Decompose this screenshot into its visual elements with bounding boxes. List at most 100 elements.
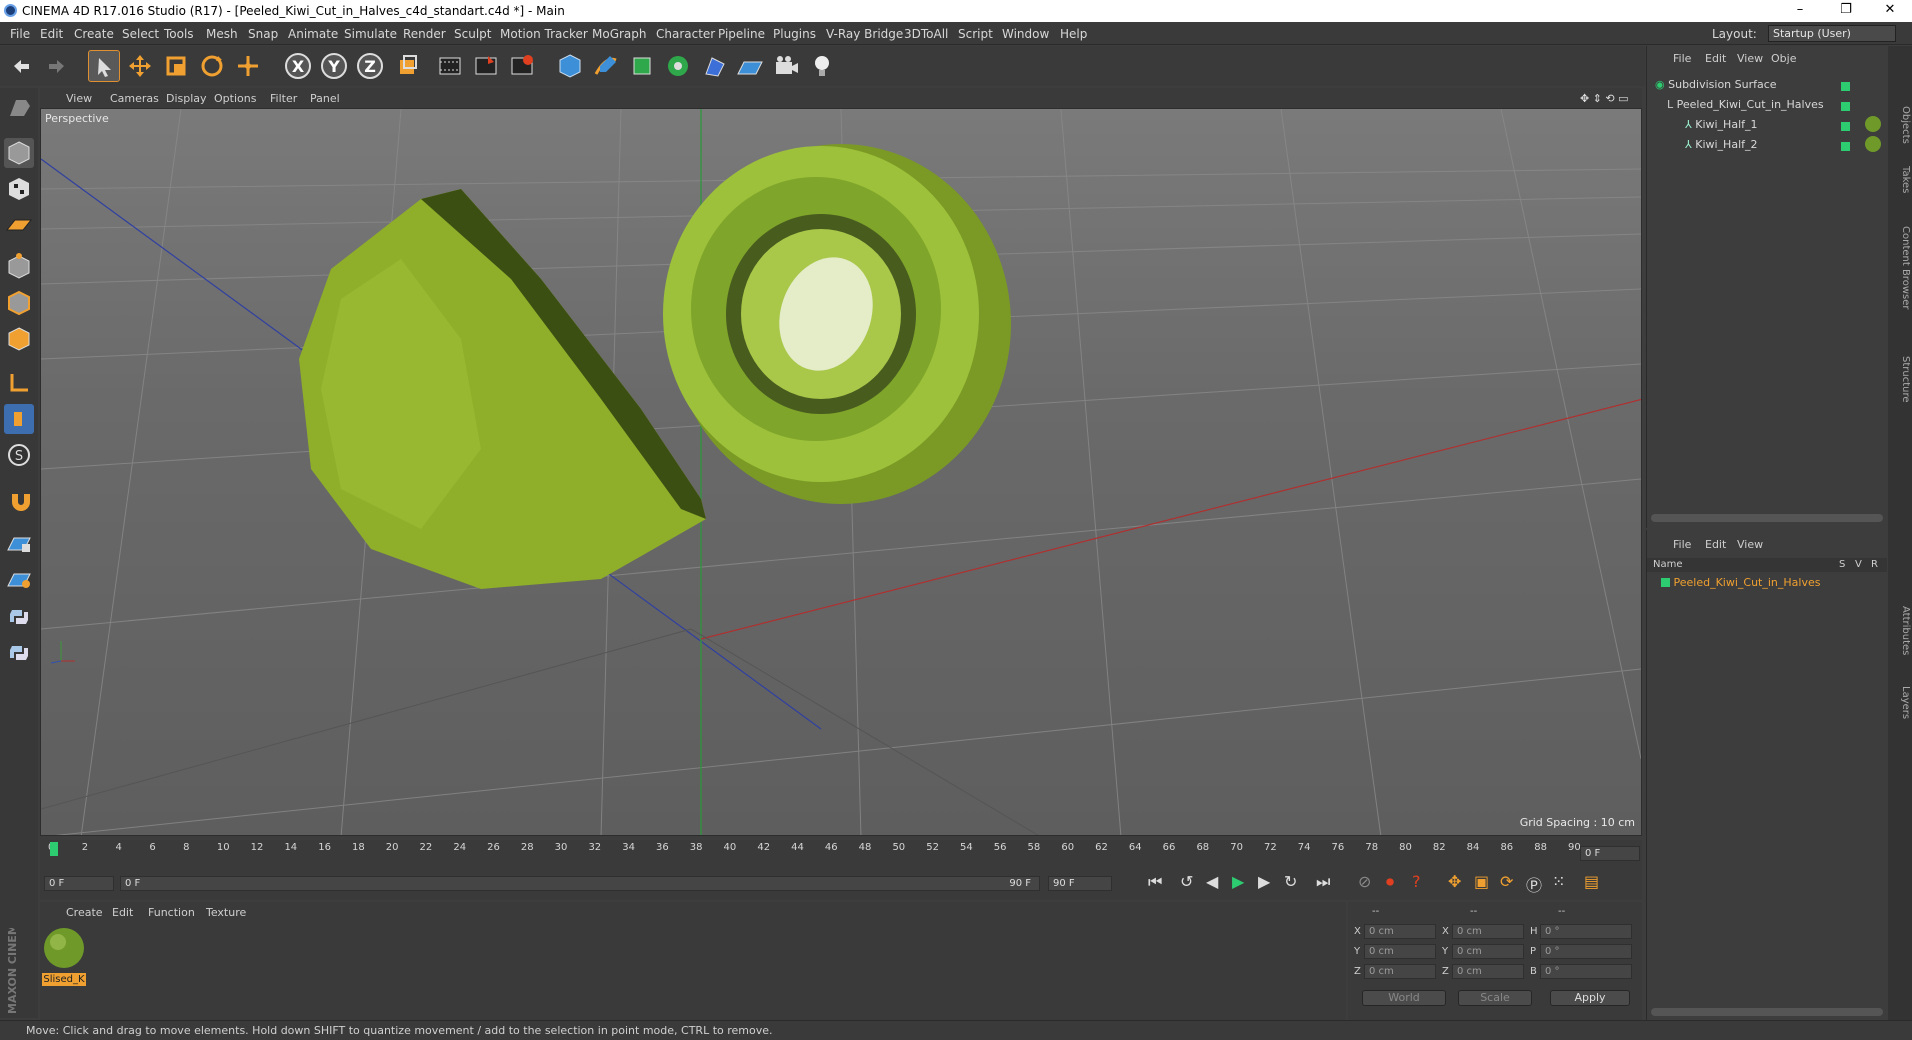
texture-mode-icon[interactable] (4, 174, 34, 204)
material-swatch[interactable]: Slised_K (42, 926, 86, 986)
grid-snap-icon[interactable] (4, 564, 34, 594)
objects-scrollbar[interactable] (1651, 514, 1883, 522)
objects-menu-file[interactable]: File (1673, 52, 1691, 65)
points-mode-icon[interactable] (4, 252, 34, 282)
render-view-icon[interactable] (434, 50, 466, 82)
play-icon[interactable]: ▶ (1232, 872, 1244, 891)
axis-mode-icon[interactable] (4, 368, 34, 398)
coord-pos-x-field[interactable]: 0 cm (1364, 924, 1436, 939)
coord-size-x-field[interactable]: 0 cm (1452, 924, 1524, 939)
python-script-icon[interactable] (4, 638, 34, 668)
coord-pos-y-field[interactable]: 0 cm (1364, 944, 1436, 959)
visibility-dot[interactable] (1841, 122, 1850, 131)
end-frame-field[interactable]: 90 F (1048, 876, 1112, 891)
polygons-mode-icon[interactable] (4, 324, 34, 354)
render-picture-viewer-icon[interactable] (470, 50, 502, 82)
scale-dropdown[interactable]: Scale (1458, 990, 1532, 1006)
goto-end-icon[interactable]: ⏭ (1316, 872, 1330, 892)
viewport-nav-icons[interactable]: ✥ ⇕ ⟲ ▭ (1580, 92, 1629, 105)
tweak-mode-icon[interactable] (4, 404, 34, 434)
menu-script[interactable]: Script (958, 27, 993, 41)
menu-edit[interactable]: Edit (40, 27, 63, 41)
snap-icon[interactable]: S (4, 440, 34, 470)
material-tag-icon[interactable] (1865, 136, 1881, 152)
tree-item-kiwi-half-2[interactable]: ⅄ Kiwi_Half_2 (1685, 138, 1758, 151)
subdivision-icon[interactable] (626, 50, 658, 82)
redo-icon[interactable] (40, 50, 72, 82)
z-axis-icon[interactable]: Z (354, 50, 386, 82)
objects-menu-objects[interactable]: Obje (1771, 52, 1796, 65)
coord-size-y-field[interactable]: 0 cm (1452, 944, 1524, 959)
visibility-dot[interactable] (1841, 142, 1850, 151)
key-pla-icon[interactable]: ⁙ (1552, 872, 1565, 891)
layer-row[interactable]: Peeled_Kiwi_Cut_in_Halves (1661, 576, 1820, 589)
tab-objects[interactable]: Objects (1900, 106, 1911, 144)
tab-takes[interactable]: Takes (1900, 165, 1911, 193)
menu-window[interactable]: Window (1002, 27, 1049, 41)
material-menu-texture[interactable]: Texture (206, 906, 246, 919)
menu-help[interactable]: Help (1060, 27, 1087, 41)
restore-button[interactable]: ❐ (1826, 2, 1866, 20)
visibility-dot[interactable] (1841, 82, 1850, 91)
tree-item-kiwi-half-1[interactable]: ⅄ Kiwi_Half_1 (1685, 118, 1758, 131)
tab-attributes[interactable]: Attributes (1900, 606, 1911, 655)
playhead[interactable] (50, 842, 58, 856)
menu-motion-tracker[interactable]: Motion Tracker (500, 27, 588, 41)
scale-icon[interactable] (160, 50, 192, 82)
rotate-icon[interactable] (196, 50, 228, 82)
help-record-icon[interactable]: ? (1412, 872, 1421, 891)
frame-range-slider[interactable]: 0 F 90 F (120, 876, 1040, 891)
coordinate-system-icon[interactable] (392, 50, 424, 82)
menu-animate[interactable]: Animate (288, 27, 338, 41)
viewport-menu-panel[interactable]: Panel (310, 92, 340, 105)
tree-item-peeled-kiwi[interactable]: L Peeled_Kiwi_Cut_in_Halves (1667, 98, 1824, 111)
next-key-icon[interactable]: ↻ (1284, 872, 1297, 891)
coord-rot-b-field[interactable]: 0 ° (1540, 964, 1632, 979)
menu-simulate[interactable]: Simulate (344, 27, 397, 41)
start-frame-field[interactable]: 0 F (44, 876, 114, 891)
coord-pos-z-field[interactable]: 0 cm (1364, 964, 1436, 979)
undo-icon[interactable] (6, 50, 38, 82)
key-param-icon[interactable]: Ⓟ (1526, 872, 1542, 896)
material-menu-edit[interactable]: Edit (112, 906, 133, 919)
menu-character[interactable]: Character (656, 27, 715, 41)
record-icon[interactable]: ⏺ (1386, 872, 1394, 892)
menu-tools[interactable]: Tools (164, 27, 194, 41)
objects-menu-edit[interactable]: Edit (1705, 52, 1726, 65)
timeline-window-icon[interactable]: ▤ (1584, 872, 1599, 891)
menu-sculpt[interactable]: Sculpt (454, 27, 491, 41)
select-cursor-icon[interactable] (88, 50, 120, 82)
tab-layers[interactable]: Layers (1900, 686, 1911, 719)
viewport-menu-view[interactable]: View (66, 92, 92, 105)
light-icon[interactable] (806, 50, 838, 82)
coord-rot-h-field[interactable]: 0 ° (1540, 924, 1632, 939)
tree-item-subdivision-surface[interactable]: ◉ Subdivision Surface (1655, 78, 1777, 91)
layout-select[interactable]: Startup (User) (1768, 25, 1896, 42)
menu-mograph[interactable]: MoGraph (592, 27, 647, 41)
viewport-menu-options[interactable]: Options (214, 92, 256, 105)
magnet-icon[interactable] (4, 486, 34, 516)
render-settings-icon[interactable] (506, 50, 538, 82)
edges-mode-icon[interactable] (4, 288, 34, 318)
next-frame-icon[interactable]: ▶ (1258, 872, 1270, 891)
material-tag-icon[interactable] (1865, 116, 1881, 132)
menu-vray-bridge[interactable]: V-Ray Bridge (826, 27, 903, 41)
menu-pipeline[interactable]: Pipeline (718, 27, 765, 41)
key-move-icon[interactable]: ✥ (1448, 872, 1461, 891)
menu-render[interactable]: Render (403, 27, 446, 41)
layers-menu-file[interactable]: File (1673, 538, 1691, 551)
goto-start-icon[interactable]: ⏮ (1148, 872, 1162, 892)
menu-3dtoall[interactable]: 3DToAll (904, 27, 948, 41)
menu-create[interactable]: Create (74, 27, 114, 41)
objects-menu-view[interactable]: View (1737, 52, 1763, 65)
autokey-icon[interactable]: ⊘ (1358, 872, 1371, 891)
y-axis-icon[interactable]: Y (318, 50, 350, 82)
apply-button[interactable]: Apply (1550, 990, 1630, 1006)
transform-icon[interactable] (232, 50, 264, 82)
layers-menu-edit[interactable]: Edit (1705, 538, 1726, 551)
layers-scrollbar[interactable] (1651, 1008, 1883, 1016)
timeline-ruler[interactable]: 0246810121416182022242628303234363840424… (40, 840, 1642, 868)
menu-mesh[interactable]: Mesh (206, 27, 238, 41)
close-button[interactable]: ✕ (1870, 2, 1910, 20)
viewport-perspective[interactable]: Perspective Grid Spacing : 10 cm (40, 108, 1642, 836)
